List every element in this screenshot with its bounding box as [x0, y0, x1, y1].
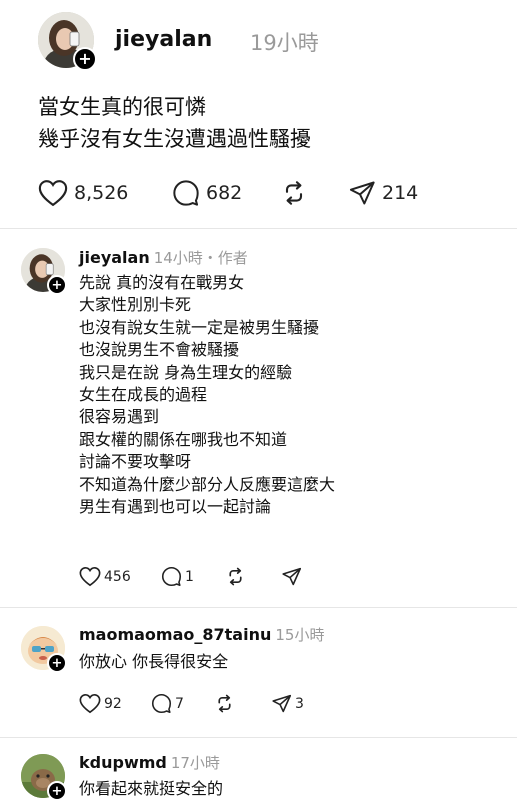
reply-text-line: 男生有遇到也可以一起討論 [79, 497, 272, 517]
share-button[interactable]: 214 [348, 179, 418, 207]
reply-author-name[interactable]: kdupwmd [79, 753, 167, 772]
reply-text-line: 我只是在說 身為生理女的經驗 [79, 362, 293, 382]
speech-bubble-icon [173, 180, 199, 206]
heart-icon [38, 180, 68, 207]
comment-button[interactable]: 682 [172, 179, 242, 207]
divider [0, 228, 517, 229]
divider [0, 737, 517, 738]
post-timestamp: 19小時 [250, 31, 319, 55]
like-button[interactable]: 92 [79, 693, 122, 714]
post-text-line: 當女生真的很可憐 [38, 95, 206, 119]
reply-meta: 14小時・作者 [153, 249, 248, 267]
like-button[interactable]: 8,526 [38, 179, 128, 207]
reply-text-line: 先說 真的沒有在戰男女 [79, 273, 245, 292]
share-count: 214 [382, 182, 419, 204]
paper-plane-icon [349, 181, 375, 205]
reply-author[interactable]: maomaomao_87tainu 15小時 [79, 624, 324, 645]
post-actions: 8,526 682 214 [38, 176, 498, 210]
reply-text: 你看起來就挺安全的 [79, 778, 499, 800]
reply-meta: 15小時 [275, 626, 325, 644]
reply-item: + kdupwmd 17小時 你看起來就挺安全的 [0, 749, 517, 811]
reply-item: + maomaomao_87tainu15小時 你放心 你長得很安全 92 7 [0, 621, 517, 731]
reply-text: 你放心 你長得很安全 [79, 651, 499, 673]
reply-text-line: 跟女權的關係在哪我也不知道 [79, 429, 288, 449]
comment-count: 7 [175, 695, 184, 712]
repost-arrows-icon [229, 567, 242, 586]
follow-plus-icon[interactable]: + [47, 781, 67, 801]
comment-button[interactable]: 7 [151, 693, 184, 714]
reply-text-line: 女生在成長的過程 [79, 385, 208, 405]
heart-icon [79, 693, 101, 714]
comment-count: 682 [206, 182, 243, 204]
repost-arrows-icon [285, 181, 303, 205]
reply-text-line: 也沒說男生不會被騷擾 [79, 340, 240, 360]
repost-button[interactable] [280, 179, 308, 207]
comment-count: 1 [185, 568, 194, 585]
reply-actions: 92 7 3 [79, 693, 379, 715]
like-count: 456 [104, 568, 131, 585]
reply-author-name[interactable]: jieyalan [79, 248, 150, 267]
reply-author-name[interactable]: maomaomao_87tainu [79, 625, 271, 644]
reply-author[interactable]: kdupwmd 17小時 [79, 752, 220, 773]
comment-button[interactable]: 1 [161, 566, 194, 587]
speech-bubble-icon [161, 566, 182, 587]
reply-text-line: 也沒有說女生就一定是被男生騷擾 [79, 317, 320, 337]
divider [0, 607, 517, 608]
reply-text-line: 討論不要攻擊呀 [79, 452, 192, 472]
post-text-line: 幾乎沒有女生沒遭遇過性騷擾 [38, 127, 311, 151]
share-button[interactable]: 3 [271, 693, 304, 714]
reply-text-line: 你看起來就挺安全的 [79, 779, 224, 798]
reply-author[interactable]: jieyalan 14小時・作者 [79, 247, 248, 268]
paper-plane-icon [272, 694, 292, 713]
post-author-name[interactable]: jieyalan [115, 27, 212, 52]
like-button[interactable]: 456 [79, 566, 131, 587]
reply-item: + jieyalan 14小時・作者 先說 真的沒有在戰男女 大家性別別卡死 也沒… [0, 244, 517, 594]
heart-icon [79, 566, 101, 587]
like-count: 8,526 [74, 182, 129, 204]
reply-text-line: 不知道為什麼少部分人反應要這麼大 [79, 474, 336, 494]
like-count: 92 [104, 695, 122, 712]
repost-button[interactable] [214, 693, 235, 714]
share-button[interactable] [281, 566, 302, 587]
post-text: 當女生真的很可憐 幾乎沒有女生沒遭遇過性騷擾 [38, 91, 498, 155]
share-count: 3 [295, 695, 304, 712]
follow-plus-icon[interactable]: + [47, 275, 67, 295]
reply-meta: 17小時 [170, 754, 220, 772]
reply-text-line: 大家性別別卡死 [79, 295, 192, 315]
reply-text: 先說 真的沒有在戰男女 大家性別別卡死 也沒有說女生就一定是被男生騷擾 也沒說男… [79, 272, 499, 518]
paper-plane-icon [282, 567, 302, 586]
reply-actions: 456 1 [79, 566, 379, 588]
repost-arrows-icon [218, 694, 231, 713]
reply-text-line: 你放心 你長得很安全 [79, 652, 229, 671]
repost-button[interactable] [225, 566, 246, 587]
follow-plus-icon[interactable]: + [73, 47, 97, 71]
reply-text-line: 很容易遇到 [79, 407, 160, 427]
speech-bubble-icon [151, 693, 172, 714]
post-header: + jieyalan 19小時 [38, 12, 498, 71]
follow-plus-icon[interactable]: + [47, 653, 67, 673]
